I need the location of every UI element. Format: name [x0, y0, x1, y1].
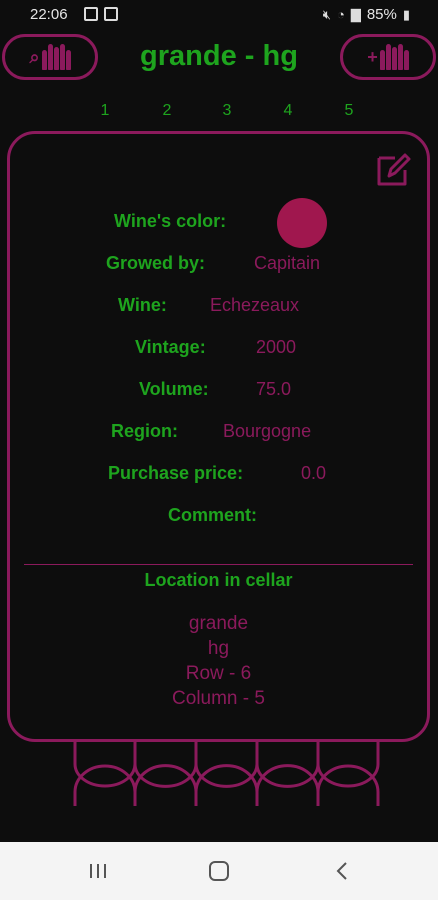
- divider: [24, 564, 413, 565]
- price-value: 0.0: [301, 463, 327, 483]
- status-time: 22:06: [30, 6, 68, 23]
- signal-icon: ▇: [350, 6, 361, 22]
- region-label: Region:: [111, 421, 178, 441]
- back-icon: [336, 862, 347, 880]
- page-title: grande - hg: [140, 40, 298, 72]
- system-icons: 🔇︎ ◔ ▇ 85% ▮: [323, 6, 410, 23]
- search-bottles-button[interactable]: ⌕: [2, 34, 98, 80]
- battery-level: 85%: [366, 6, 397, 23]
- location-title: Location in cellar: [144, 570, 293, 590]
- vintage-row: Vintage: 2000: [10, 337, 427, 367]
- vintage-label: Vintage:: [135, 337, 206, 357]
- wine-name-value: Echezeaux: [210, 295, 300, 315]
- twitch-icon: [84, 7, 98, 21]
- column-number[interactable]: 2: [157, 102, 177, 120]
- wine-color-swatch: [277, 198, 327, 248]
- status-bar: 22:06 🔇︎ ◔ ▇ 85% ▮: [0, 0, 438, 30]
- column-number[interactable]: 4: [278, 102, 298, 120]
- price-row: Purchase price: 0.0: [10, 463, 427, 493]
- location-column: Column - 5: [172, 688, 265, 709]
- price-label: Purchase price:: [108, 463, 244, 483]
- back-button[interactable]: [322, 856, 362, 886]
- volume-value: 75.0: [256, 379, 292, 399]
- bottles-icon: [379, 44, 409, 70]
- comment-row: Comment:: [10, 505, 427, 535]
- wine-detail-card: Wine's color: Growed by: Capitain Wine: …: [7, 131, 430, 742]
- location-section: hg: [207, 638, 230, 659]
- navigation-bar: [0, 842, 438, 900]
- home-button[interactable]: [199, 856, 239, 886]
- search-icon: ⌕: [29, 46, 40, 67]
- column-number[interactable]: 1: [95, 102, 115, 120]
- recents-button[interactable]: [78, 856, 118, 886]
- column-numbers: 1 2 3 4 5: [0, 102, 438, 124]
- notification-icons: [84, 7, 118, 21]
- region-row: Region: Bourgogne: [10, 421, 427, 451]
- wine-color-label: Wine's color:: [114, 211, 227, 231]
- column-number[interactable]: 5: [339, 102, 359, 120]
- wifi-icon: ◔: [336, 7, 345, 22]
- volume-label: Volume:: [139, 379, 209, 399]
- location-row: Row - 6: [185, 663, 252, 684]
- producer-row: Growed by: Capitain: [10, 253, 427, 283]
- vintage-value: 2000: [256, 337, 297, 357]
- cellar-rack: [73, 742, 380, 806]
- add-bottles-button[interactable]: +: [340, 34, 436, 80]
- producer-label: Growed by:: [106, 253, 206, 273]
- volume-row: Volume: 75.0: [10, 379, 427, 409]
- wine-color-row: Wine's color:: [10, 211, 427, 241]
- image-icon: [104, 7, 118, 21]
- recents-icon: [90, 864, 106, 878]
- plus-icon: +: [367, 46, 378, 67]
- column-number[interactable]: 3: [217, 102, 237, 120]
- home-icon: [209, 861, 229, 881]
- edit-icon[interactable]: [373, 150, 413, 190]
- producer-value: Capitain: [254, 253, 321, 273]
- comment-label: Comment:: [168, 505, 257, 525]
- battery-icon: ▮: [402, 6, 410, 22]
- bottles-icon: [41, 44, 71, 70]
- mute-icon: 🔇︎: [322, 6, 331, 22]
- location-cellar: grande: [188, 613, 249, 634]
- top-bar: ⌕ grande - hg +: [0, 30, 438, 90]
- wine-name-row: Wine: Echezeaux: [10, 295, 427, 325]
- wine-name-label: Wine:: [118, 295, 167, 315]
- region-value: Bourgogne: [223, 421, 312, 441]
